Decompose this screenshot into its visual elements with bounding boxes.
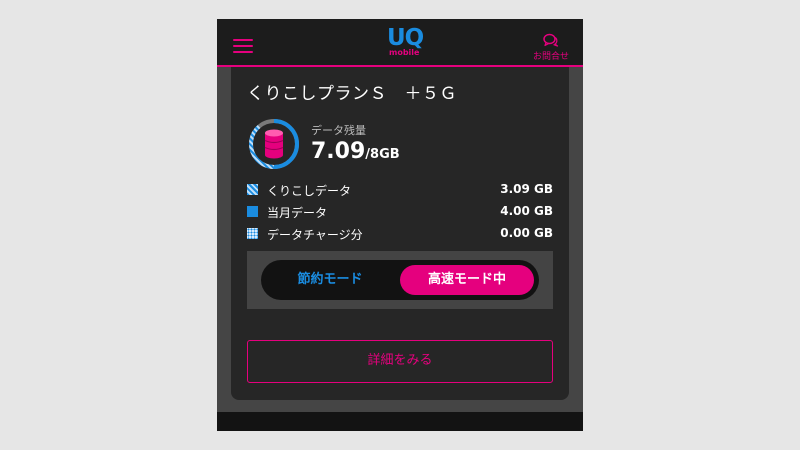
charge-swatch bbox=[247, 228, 258, 239]
uq-mobile-logo[interactable]: UQ mobile bbox=[386, 25, 424, 62]
app-header: UQ mobile お問合せ bbox=[217, 19, 583, 67]
fast-mode-option[interactable]: 高速モード中 bbox=[400, 265, 534, 295]
phone-screen: UQ mobile お問合せ くりこしプランＳ ＋５Ｇ データ残量 7.09/8… bbox=[217, 19, 583, 431]
data-breakdown-list: くりこしデータ 3.09 GB 当月データ 4.00 GB データチャージ分 0… bbox=[247, 179, 553, 245]
plan-card: くりこしプランＳ ＋５Ｇ データ残量 7.09/8GB くりこしデータ 3.09… bbox=[231, 67, 569, 400]
chat-bubbles-icon bbox=[543, 33, 559, 47]
current-month-swatch bbox=[247, 206, 258, 217]
saving-mode-option[interactable]: 節約モード bbox=[261, 260, 399, 300]
breakdown-label: くりこしデータ bbox=[267, 184, 352, 198]
database-icon bbox=[264, 129, 284, 159]
data-remaining-total: /8GB bbox=[365, 147, 400, 162]
contact-label: お問合せ bbox=[532, 52, 569, 62]
data-remaining-value: 7.09/8GB bbox=[311, 139, 400, 164]
breakdown-row-carryover: くりこしデータ 3.09 GB bbox=[247, 179, 553, 201]
hamburger-menu-icon[interactable] bbox=[233, 39, 253, 53]
plan-name: くりこしプランＳ ＋５Ｇ bbox=[247, 84, 457, 104]
carryover-swatch bbox=[247, 184, 258, 195]
data-remaining-amount: 7.09 bbox=[311, 139, 366, 164]
view-details-button[interactable]: 詳細をみる bbox=[247, 340, 553, 383]
logo-sub-text: mobile bbox=[389, 48, 420, 57]
breakdown-row-charge: データチャージ分 0.00 GB bbox=[247, 223, 553, 245]
breakdown-label: データチャージ分 bbox=[267, 228, 363, 242]
breakdown-value: 3.09 GB bbox=[500, 182, 553, 196]
breakdown-value: 0.00 GB bbox=[500, 226, 553, 240]
contact-button[interactable]: お問合せ bbox=[529, 33, 573, 62]
logo-main-text: UQ bbox=[387, 25, 424, 51]
content-area: くりこしプランＳ ＋５Ｇ データ残量 7.09/8GB くりこしデータ 3.09… bbox=[217, 67, 583, 412]
breakdown-value: 4.00 GB bbox=[500, 204, 553, 218]
mode-panel: 節約モード 高速モード中 bbox=[247, 251, 553, 309]
speed-mode-toggle[interactable]: 節約モード 高速モード中 bbox=[261, 260, 539, 300]
breakdown-label: 当月データ bbox=[267, 206, 328, 220]
data-remaining-ring bbox=[249, 119, 299, 169]
data-remaining-label: データ残量 bbox=[311, 124, 366, 137]
breakdown-row-current-month: 当月データ 4.00 GB bbox=[247, 201, 553, 223]
